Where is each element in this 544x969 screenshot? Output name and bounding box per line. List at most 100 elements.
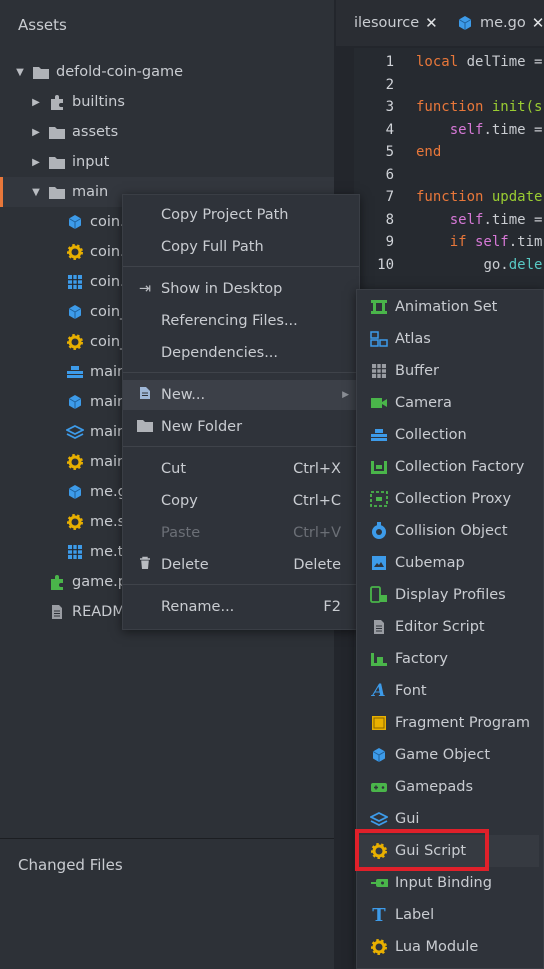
tree-item-builtins[interactable]: ▶ builtins xyxy=(0,87,334,117)
new-editor-script-item[interactable]: Editor Script xyxy=(357,611,543,643)
tree-item-label: input xyxy=(72,154,110,170)
new-label-item[interactable]: T Label xyxy=(357,899,543,931)
code-token: function xyxy=(416,99,484,116)
new-font-item[interactable]: A Font xyxy=(357,675,543,707)
collision-object-icon xyxy=(370,522,388,540)
menu-separator xyxy=(123,372,359,373)
new-cubemap-item[interactable]: Cubemap xyxy=(357,547,543,579)
code-line: 2 xyxy=(354,74,416,97)
code-line: 8 self .time = xyxy=(354,209,543,232)
new-lua-module-item[interactable]: Lua Module xyxy=(357,931,543,963)
shortcut-label: Ctrl+X xyxy=(293,461,341,477)
tree-item-label: main xyxy=(90,454,127,470)
copy-project-path-item[interactable]: Copy Project Path xyxy=(123,200,359,230)
submenu-item-label: Atlas xyxy=(395,331,431,347)
new-folder-item[interactable]: New Folder xyxy=(123,412,359,442)
menu-item-label: Copy Full Path xyxy=(161,239,264,255)
tab-me-go[interactable]: me.go ✕ xyxy=(456,0,544,46)
menu-item-label: Delete xyxy=(161,557,209,573)
tree-item-label: coin. xyxy=(90,244,125,260)
show-in-desktop-item[interactable]: ⇥ Show in Desktop xyxy=(123,274,359,304)
line-number: 8 xyxy=(385,211,394,228)
game-object-icon xyxy=(66,483,84,501)
menu-item-label: Referencing Files... xyxy=(161,313,298,329)
menu-item-label: Copy xyxy=(161,493,198,509)
new-animation-set-item[interactable]: Animation Set xyxy=(357,291,543,323)
code-token: dele xyxy=(508,256,543,273)
submenu-item-label: Gui xyxy=(395,811,420,827)
tree-item-label: me.s xyxy=(90,514,126,530)
camera-icon xyxy=(370,394,388,412)
cut-item[interactable]: Cut Ctrl+X xyxy=(123,454,359,484)
menu-separator xyxy=(123,266,359,267)
tree-item-label: coin. xyxy=(90,214,125,230)
submenu-item-label: Camera xyxy=(395,395,452,411)
display-profiles-icon xyxy=(370,586,388,604)
fragment-program-icon xyxy=(370,714,388,732)
paste-item: Paste Ctrl+V xyxy=(123,518,359,548)
copy-item[interactable]: Copy Ctrl+C xyxy=(123,486,359,516)
close-icon[interactable]: ✕ xyxy=(532,14,544,32)
new-atlas-item[interactable]: Atlas xyxy=(357,323,543,355)
code-token: self xyxy=(466,234,509,251)
game-object-icon xyxy=(370,746,388,764)
line-number: 2 xyxy=(385,76,394,93)
gui-layers-icon xyxy=(66,423,84,441)
tree-item-label: me.t xyxy=(90,544,124,560)
new-file-icon xyxy=(137,386,153,404)
new-collection-item[interactable]: Collection xyxy=(357,419,543,451)
menu-separator xyxy=(123,446,359,447)
new-collision-object-item[interactable]: Collision Object xyxy=(357,515,543,547)
referencing-files-item[interactable]: Referencing Files... xyxy=(123,306,359,336)
collapse-arrow-icon[interactable]: ▶ xyxy=(30,127,42,138)
collapse-arrow-icon[interactable]: ▶ xyxy=(30,97,42,108)
dependencies-item[interactable]: Dependencies... xyxy=(123,338,359,368)
close-icon[interactable]: ✕ xyxy=(425,14,438,32)
new-display-profiles-item[interactable]: Display Profiles xyxy=(357,579,543,611)
folder-icon xyxy=(48,123,66,141)
code-line: 1 local delTime = xyxy=(354,51,543,74)
new-game-object-item[interactable]: Game Object xyxy=(357,739,543,771)
tree-item-label: main xyxy=(90,394,127,410)
new-gamepads-item[interactable]: Gamepads xyxy=(357,771,543,803)
new-collection-factory-item[interactable]: Collection Factory xyxy=(357,451,543,483)
expand-arrow-icon[interactable]: ▼ xyxy=(30,187,42,198)
tree-item-project-root[interactable]: ▼ defold-coin-game xyxy=(0,57,334,87)
rename-item[interactable]: Rename... F2 xyxy=(123,592,359,622)
new-factory-item[interactable]: Factory xyxy=(357,643,543,675)
new-buffer-item[interactable]: Buffer xyxy=(357,355,543,387)
tree-item-label: builtins xyxy=(72,94,125,110)
gamepads-icon xyxy=(370,778,388,796)
code-token: local xyxy=(416,54,459,71)
tree-item-assets[interactable]: ▶ assets xyxy=(0,117,334,147)
code-token: self xyxy=(449,121,484,138)
code-token: self xyxy=(449,211,484,228)
delete-item[interactable]: Delete Delete xyxy=(123,550,359,580)
changed-files-panel: Changed Files xyxy=(0,839,334,969)
expand-arrow-icon[interactable]: ▼ xyxy=(14,67,26,78)
submenu-item-label: Lua Module xyxy=(395,939,479,955)
new-gui-item[interactable]: Gui xyxy=(357,803,543,835)
new-submenu-item[interactable]: New... ▶ xyxy=(123,380,359,410)
copy-full-path-item[interactable]: Copy Full Path xyxy=(123,232,359,262)
line-number: 7 xyxy=(385,189,394,206)
gui-script-icon xyxy=(370,842,388,860)
folder-icon xyxy=(32,63,50,81)
new-fragment-program-item[interactable]: Fragment Program xyxy=(357,707,543,739)
collection-icon xyxy=(370,426,388,444)
new-camera-item[interactable]: Camera xyxy=(357,387,543,419)
font-icon: A xyxy=(372,681,386,701)
project-puzzle-icon xyxy=(48,573,66,591)
code-token: go. xyxy=(483,256,509,273)
lua-module-icon xyxy=(370,938,388,956)
new-gui-script-item[interactable]: Gui Script xyxy=(357,835,539,867)
new-input-binding-item[interactable]: Input Binding xyxy=(357,867,543,899)
submenu-item-label: Animation Set xyxy=(395,299,498,315)
tree-item-input[interactable]: ▶ input xyxy=(0,147,334,177)
new-collection-proxy-item[interactable]: Collection Proxy xyxy=(357,483,543,515)
submenu-item-label: Collection Factory xyxy=(395,459,525,475)
menu-separator xyxy=(123,584,359,585)
tab-tilesource[interactable]: ilesource ✕ xyxy=(354,0,438,46)
collapse-arrow-icon[interactable]: ▶ xyxy=(30,157,42,168)
document-icon xyxy=(48,603,66,621)
